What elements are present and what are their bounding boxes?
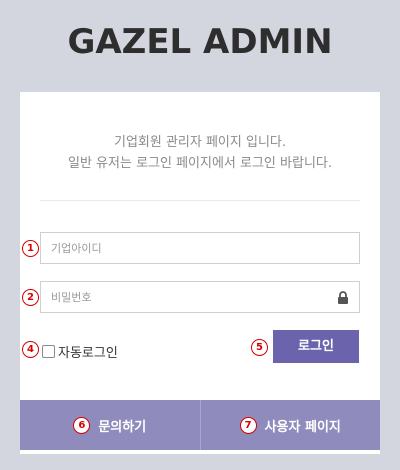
lock-icon bbox=[338, 291, 348, 304]
annotation-badge-1: 1 bbox=[22, 240, 39, 257]
user-page-button[interactable]: 7 사용자 페이지 bbox=[199, 400, 381, 450]
password-field[interactable] bbox=[40, 281, 360, 313]
auto-login-label[interactable]: 자동로그인 bbox=[58, 342, 118, 361]
annotation-badge-4: 4 bbox=[22, 341, 39, 358]
annotation-badge-5: 5 bbox=[251, 339, 268, 356]
annotation-badge-6: 6 bbox=[73, 416, 91, 434]
company-id-input[interactable] bbox=[41, 233, 359, 263]
footer-bar: 6 문의하기 7 사용자 페이지 bbox=[20, 400, 380, 450]
annotation-badge-2: 2 bbox=[22, 289, 39, 306]
login-button[interactable]: 로그인 bbox=[273, 330, 359, 363]
intro-line-2: 일반 유저는 로그인 페이지에서 로그인 바랍니다. bbox=[68, 156, 332, 171]
company-id-field[interactable] bbox=[40, 232, 360, 264]
inquiry-label: 문의하기 bbox=[98, 419, 147, 435]
auto-login-checkbox[interactable] bbox=[42, 345, 55, 358]
annotation-badge-7: 7 bbox=[239, 416, 257, 434]
divider bbox=[40, 200, 360, 201]
intro-text: 기업회원 관리자 페이지 입니다. 일반 유저는 로그인 페이지에서 로그인 바… bbox=[20, 132, 380, 174]
user-page-label: 사용자 페이지 bbox=[264, 419, 341, 435]
password-input[interactable] bbox=[41, 282, 359, 312]
inquiry-button[interactable]: 6 문의하기 bbox=[20, 400, 200, 450]
intro-line-1: 기업회원 관리자 페이지 입니다. bbox=[113, 135, 286, 150]
page-title: GAZEL ADMIN bbox=[67, 22, 333, 62]
